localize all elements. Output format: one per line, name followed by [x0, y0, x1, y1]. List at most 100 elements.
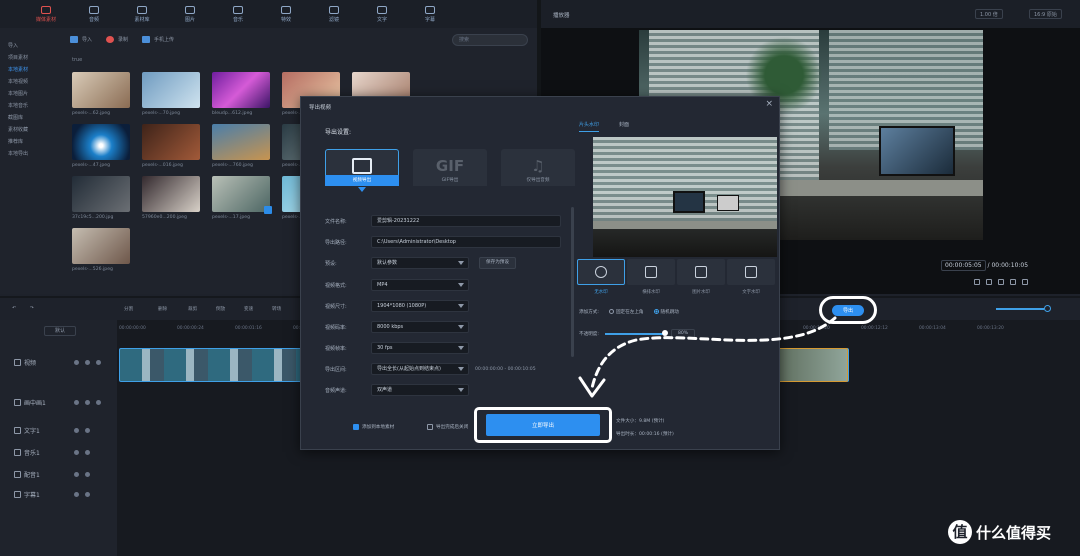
tab-watermark[interactable]: 片头水印 [579, 121, 600, 132]
redo-icon[interactable]: ↷ [30, 306, 34, 311]
wm-mode-fixed[interactable]: 固定在左上角 [608, 309, 644, 315]
timeline-zoom-handle[interactable] [1044, 305, 1051, 312]
screenshot-icon[interactable] [974, 279, 980, 285]
lock-icon[interactable] [74, 428, 79, 433]
eye-icon[interactable] [85, 400, 90, 405]
export-button[interactable]: 导出 [832, 304, 864, 316]
framerate-select[interactable]: 30 fps [371, 342, 469, 354]
lock-icon[interactable] [74, 472, 79, 477]
bitrate-select[interactable]: 8000 kbps [371, 321, 469, 333]
lock-icon[interactable] [74, 400, 79, 405]
media-thumbnail[interactable]: pexels-...47.jpeg [72, 124, 130, 168]
eye-icon[interactable] [85, 428, 90, 433]
dialog-scrollbar[interactable] [571, 207, 574, 357]
tool-crop[interactable]: 裁剪 [188, 306, 197, 312]
volume-icon[interactable] [1022, 279, 1028, 285]
timeline-zoom-slider[interactable] [996, 308, 1044, 310]
expand-icon[interactable] [1010, 279, 1016, 285]
video-clip-selected[interactable] [772, 348, 848, 382]
current-time[interactable]: 00:00:05:05 [941, 260, 986, 271]
category-item[interactable]: 本地导出 [8, 148, 58, 160]
volume-icon[interactable] [85, 450, 90, 455]
wm-mode-random[interactable]: 随机跳动 [653, 309, 679, 315]
watermark-text[interactable] [727, 259, 775, 285]
volume-icon[interactable] [85, 472, 90, 477]
category-item[interactable]: 本地音乐 [8, 100, 58, 112]
watermark-none[interactable] [577, 259, 625, 285]
format-label[interactable]: 视频导出 [325, 175, 399, 186]
tool-delete[interactable]: 删除 [158, 306, 167, 312]
category-item[interactable]: 素材收藏 [8, 124, 58, 136]
toolbar-item-media[interactable]: 媒体素材 [22, 0, 70, 28]
close-after-export-checkbox[interactable]: 导出完成后关闭 [427, 424, 468, 430]
toolbar-item-image[interactable]: 图片 [166, 0, 214, 28]
toolbar-item-subtitle[interactable]: 字幕 [406, 0, 454, 28]
media-thumbnail[interactable]: 57960e0...200.jpeg [142, 176, 200, 220]
media-thumbnail[interactable]: pexels-...526.jpeg [72, 228, 130, 272]
lock-icon[interactable] [74, 360, 79, 365]
media-thumbnail[interactable]: pexels-...62.jpeg [72, 72, 130, 116]
media-thumbnail[interactable]: pexels-...70.jpeg [142, 72, 200, 116]
export-now-highlight: 立即导出 [474, 407, 612, 443]
volume-icon[interactable] [96, 400, 101, 405]
add-to-local-checkbox[interactable]: 添加到本地素材 [353, 424, 394, 430]
path-input[interactable]: C:\Users\Administrator\Desktop [371, 236, 561, 248]
category-item[interactable]: 推荐库 [8, 136, 58, 148]
toolbar-item-effects[interactable]: 特效 [262, 0, 310, 28]
media-thumbnail[interactable]: pexels-...17.jpeg [212, 176, 272, 220]
eye-icon[interactable] [85, 492, 90, 497]
tool-split[interactable]: 分割 [124, 306, 133, 312]
volume-icon[interactable] [96, 360, 101, 365]
export-now-button[interactable]: 立即导出 [486, 414, 600, 436]
tool-speed[interactable]: 变速 [244, 306, 253, 312]
playback-ratio-select[interactable]: 1.00 倍 [975, 9, 1003, 19]
import-button[interactable]: 导入 [70, 36, 92, 43]
toolbar-item-library[interactable]: 素材库 [118, 0, 166, 28]
category-item[interactable]: 本地图片 [8, 88, 58, 100]
category-item[interactable]: 本地素材 [8, 64, 58, 76]
category-item[interactable]: 项目素材 [8, 52, 58, 64]
phone-upload-button[interactable]: 手机上传 [142, 36, 174, 43]
watermark-image[interactable] [677, 259, 725, 285]
category-item[interactable]: 导入 [8, 40, 58, 52]
lock-icon[interactable] [74, 492, 79, 497]
filename-input[interactable]: 爱剪辑-20231222 [371, 215, 561, 227]
toolbar-item-text[interactable]: 文字 [358, 0, 406, 28]
media-search-input[interactable]: 搜索 [452, 34, 528, 46]
close-icon[interactable]: × [765, 99, 773, 109]
tab-cover[interactable]: 封面 [619, 121, 629, 132]
eye-icon[interactable] [85, 360, 90, 365]
undo-icon[interactable]: ↶ [12, 306, 16, 311]
record-button[interactable]: 录制 [106, 36, 128, 43]
preview-title: 播放器 [553, 13, 570, 19]
format-select[interactable]: MP4 [371, 279, 469, 291]
tool-reverse[interactable]: 倒放 [216, 306, 225, 312]
format-label[interactable]: 仅导出音频 [501, 175, 575, 186]
save-preset-button[interactable]: 保存为预设 [479, 257, 516, 269]
lock-icon[interactable] [74, 450, 79, 455]
toolbar-item-music[interactable]: 音乐 [214, 0, 262, 28]
media-thumbnail[interactable]: 37c19c5...200.jpg [72, 176, 130, 220]
range-select[interactable]: 导出全长(从起始点到结束点) [371, 363, 469, 375]
tool-transition[interactable]: 转场 [272, 306, 281, 312]
settings-icon[interactable] [998, 279, 1004, 285]
opacity-value[interactable]: 80% [670, 329, 696, 338]
media-thumbnail[interactable]: pexels-...016.jpeg [142, 124, 200, 168]
category-item[interactable]: 本地视频 [8, 76, 58, 88]
audio-select[interactable]: 双声道 [371, 384, 469, 396]
fullscreen-icon[interactable] [986, 279, 992, 285]
size-select[interactable]: 1904*1080 (1080P) [371, 300, 469, 312]
toolbar-item-audio[interactable]: 音频 [70, 0, 118, 28]
aspect-ratio-select[interactable]: 16:9 原始 [1029, 9, 1062, 19]
toolbar-item-filter[interactable]: 滤镜 [310, 0, 358, 28]
opacity-slider[interactable] [604, 329, 668, 336]
media-thumbnail[interactable]: pexels-...760.jpeg [212, 124, 270, 168]
wm-mode-fixed-label: 固定在左上角 [615, 310, 644, 315]
media-thumbnail[interactable]: bleudp...612.jpeg [212, 72, 270, 116]
track-default-button[interactable]: 默认 [44, 326, 76, 336]
gif-icon: GIF [435, 157, 465, 175]
category-item[interactable]: 截图库 [8, 112, 58, 124]
watermark-horizontal[interactable] [627, 259, 675, 285]
format-label[interactable]: GIF导出 [413, 175, 487, 186]
preset-select[interactable]: 默认参数 [371, 257, 469, 269]
